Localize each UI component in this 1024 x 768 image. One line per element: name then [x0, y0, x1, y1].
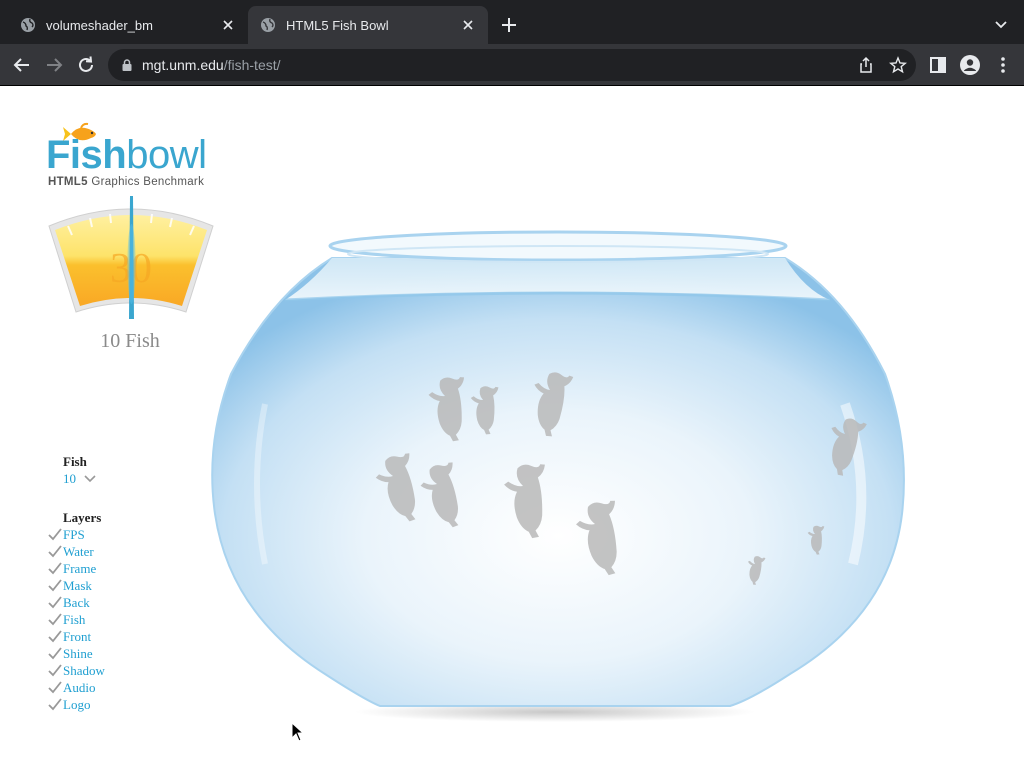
logo-title-light: bowl: [126, 133, 207, 177]
layer-toggle-mask[interactable]: Mask: [48, 577, 188, 594]
checkmark-icon: [48, 630, 62, 643]
layer-toggle-shine[interactable]: Shine: [48, 645, 188, 662]
fishbowl-logo: Fishbowl HTML5 Graphics Benchmark: [46, 120, 226, 200]
layer-label: Fish: [63, 611, 86, 627]
logo-title-bold: Fish: [46, 133, 127, 177]
mouse-cursor-icon: [291, 722, 305, 742]
fish-count-display: 10 Fish: [100, 330, 160, 352]
chevron-down-icon[interactable]: [992, 16, 1010, 34]
forward-arrow-icon[interactable]: [43, 54, 65, 76]
checkmark-icon: [48, 579, 62, 592]
layer-toggle-audio[interactable]: Audio: [48, 679, 188, 696]
url-host: mgt.unm.edu: [142, 57, 224, 73]
layer-label: Audio: [63, 679, 96, 695]
tab-strip: volumeshader_bm HTML5 Fish Bowl: [0, 0, 1024, 44]
browser-toolbar: mgt.unm.edu/fish-test/: [0, 44, 1024, 86]
layer-label: Mask: [63, 577, 92, 593]
globe-icon: [21, 18, 35, 32]
profile-icon[interactable]: [959, 54, 981, 76]
layers-label: Layers: [63, 510, 102, 525]
logo-subtitle: HTML5 Graphics Benchmark: [48, 176, 204, 188]
layer-toggle-logo[interactable]: Logo: [48, 696, 188, 713]
layer-label: Water: [63, 543, 94, 559]
layer-toggle-front[interactable]: Front: [48, 628, 188, 645]
reload-icon[interactable]: [75, 54, 97, 76]
url-path: /fish-test/: [223, 57, 281, 73]
side-panel-icon[interactable]: [927, 54, 949, 76]
layer-toggle-frame[interactable]: Frame: [48, 560, 188, 577]
checkmark-icon: [48, 596, 62, 609]
lock-icon[interactable]: [120, 58, 134, 72]
logo-title: Fishbowl: [46, 132, 207, 178]
checkmark-icon: [48, 664, 62, 677]
layer-label: Front: [63, 628, 92, 644]
layer-toggle-fps[interactable]: FPS: [48, 526, 188, 543]
layers-list: FPS Water Frame Mask Back Fish Front Shi…: [48, 526, 188, 713]
layer-toggle-back[interactable]: Back: [48, 594, 188, 611]
kebab-menu-icon[interactable]: [992, 54, 1014, 76]
layer-label: Frame: [63, 560, 97, 576]
chevron-down-icon: [84, 475, 96, 483]
controls-panel: Fish 10 Layers FPS Water Frame Mask Back…: [48, 454, 188, 713]
tab-title: volumeshader_bm: [46, 17, 153, 33]
checkmark-icon: [48, 562, 62, 575]
layer-toggle-shadow[interactable]: Shadow: [48, 662, 188, 679]
close-icon[interactable]: [220, 17, 236, 33]
share-icon[interactable]: [857, 56, 875, 74]
layer-label: Shine: [63, 645, 93, 661]
close-icon[interactable]: [460, 17, 476, 33]
address-bar[interactable]: mgt.unm.edu/fish-test/: [108, 49, 916, 81]
checkmark-icon: [48, 698, 62, 711]
fish-label: Fish: [63, 454, 87, 469]
fishbowl-canvas: [211, 230, 905, 722]
back-arrow-icon[interactable]: [11, 54, 33, 76]
new-tab-icon[interactable]: [498, 14, 520, 36]
layer-label: Back: [63, 594, 90, 610]
checkmark-icon: [48, 528, 62, 541]
checkmark-icon: [48, 647, 62, 660]
tab-title: HTML5 Fish Bowl: [286, 17, 389, 33]
fps-gauge: 30: [48, 196, 214, 319]
fish-count-select[interactable]: 10: [63, 471, 188, 487]
layer-label: Logo: [63, 696, 91, 712]
layer-toggle-fish[interactable]: Fish: [48, 611, 188, 628]
logo-subtitle-rest: Graphics Benchmark: [87, 176, 205, 188]
checkmark-icon: [48, 613, 62, 626]
checkmark-icon: [48, 681, 62, 694]
layer-toggle-water[interactable]: Water: [48, 543, 188, 560]
page-content: Fishbowl HTML5 Graphics Benchmark 30 10 …: [0, 86, 1024, 768]
layer-label: FPS: [63, 526, 85, 542]
globe-icon: [261, 18, 275, 32]
star-icon[interactable]: [889, 56, 907, 74]
tab-volumeshader[interactable]: volumeshader_bm: [8, 6, 248, 44]
tab-html5-fish-bowl[interactable]: HTML5 Fish Bowl: [248, 6, 488, 44]
fish-count-value: 10: [63, 471, 76, 486]
layer-label: Shadow: [63, 662, 105, 678]
url-text[interactable]: mgt.unm.edu/fish-test/: [142, 57, 281, 73]
checkmark-icon: [48, 545, 62, 558]
logo-subtitle-bold: HTML5: [48, 176, 88, 188]
